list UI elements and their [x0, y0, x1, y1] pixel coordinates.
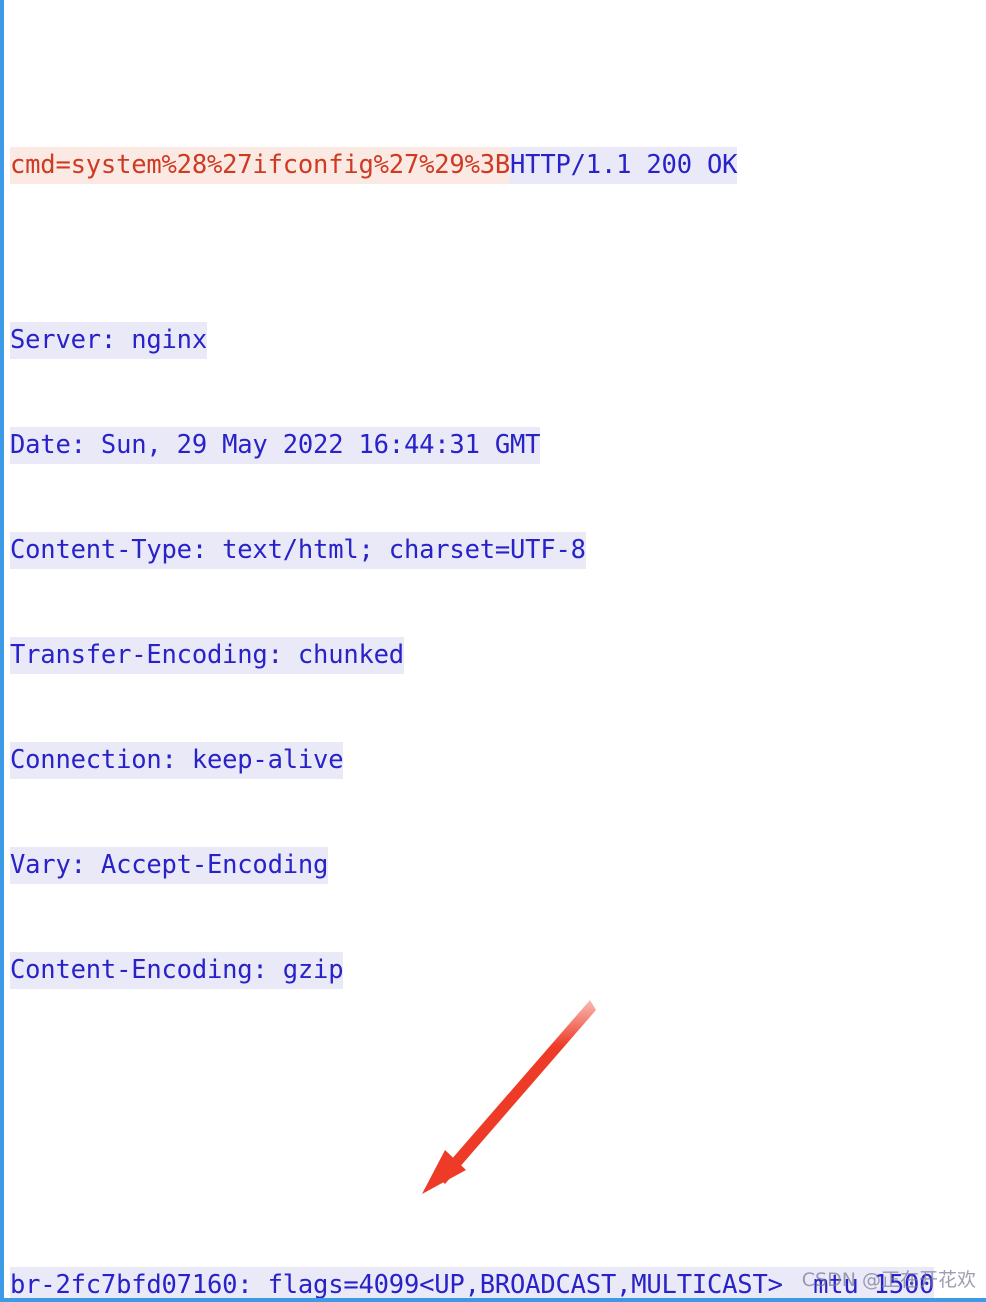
http-status-text: HTTP/1.1 200 OK — [510, 147, 738, 184]
injected-command-text: cmd=system%28%27ifconfig%27%29%3B — [10, 147, 510, 184]
header-server: Server: nginx — [10, 322, 207, 359]
header-date: Date: Sun, 29 May 2022 16:44:31 GMT — [10, 427, 541, 464]
header-vary: Vary: Accept-Encoding — [10, 847, 328, 884]
http-header-line: Transfer-Encoding: chunked — [10, 637, 986, 674]
http-header-line: Connection: keep-alive — [10, 742, 986, 779]
screenshot-canvas: cmd=system%28%27ifconfig%27%29%3BHTTP/1.… — [0, 0, 986, 1302]
terminal-output: cmd=system%28%27ifconfig%27%29%3BHTTP/1.… — [4, 0, 986, 1298]
header-content-type: Content-Type: text/html; charset=UTF-8 — [10, 532, 586, 569]
http-header-line: Vary: Accept-Encoding — [10, 847, 986, 884]
http-header-line: Content-Type: text/html; charset=UTF-8 — [10, 532, 986, 569]
header-connection: Connection: keep-alive — [10, 742, 344, 779]
http-header-line: Date: Sun, 29 May 2022 16:44:31 GMT — [10, 427, 986, 464]
http-header-line: Content-Encoding: gzip — [10, 952, 986, 989]
header-content-encoding: Content-Encoding: gzip — [10, 952, 344, 989]
response-first-line: cmd=system%28%27ifconfig%27%29%3BHTTP/1.… — [10, 147, 986, 184]
http-header-line: Server: nginx — [10, 322, 986, 359]
br-line-0: br-2fc7bfd07160: flags=4099<UP,BROADCAST… — [10, 1267, 934, 1298]
header-transfer-encoding: Transfer-Encoding: chunked — [10, 637, 404, 674]
csdn-watermark: CSDN @正在开花欢 — [801, 1269, 976, 1291]
